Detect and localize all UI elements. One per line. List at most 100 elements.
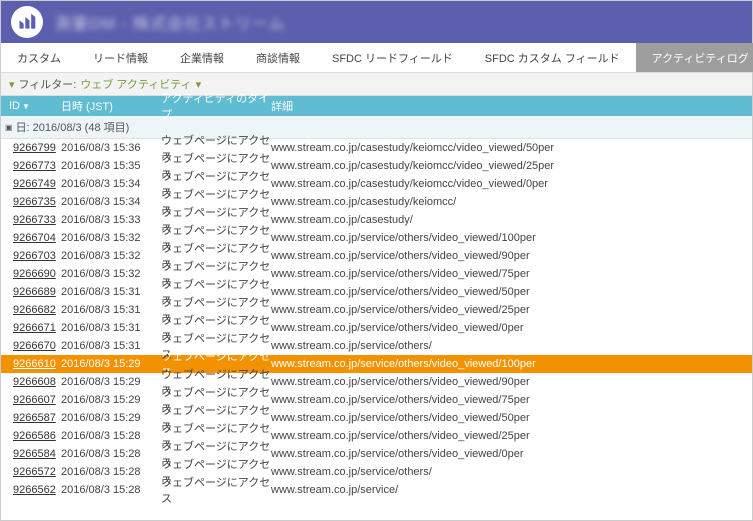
activity-date: 2016/08/3 15:31 xyxy=(61,286,161,298)
activity-date: 2016/08/3 15:28 xyxy=(61,448,161,460)
activity-detail: www.stream.co.jp/service/ xyxy=(271,484,752,496)
tab-4[interactable]: SFDC リードフィールド xyxy=(316,43,469,72)
tab-bar: カスタムリード情報企業情報商談情報SFDC リードフィールドSFDC カスタム … xyxy=(1,43,752,73)
table-row[interactable]: 92667032016/08/3 15:32ウェブページにアクセスwww.str… xyxy=(1,247,752,265)
table-row[interactable]: 92665862016/08/3 15:28ウェブページにアクセスwww.str… xyxy=(1,427,752,445)
activity-id-link[interactable]: 9266608 xyxy=(1,376,61,388)
activity-detail: www.stream.co.jp/service/others/video_vi… xyxy=(271,448,752,460)
activity-date: 2016/08/3 15:31 xyxy=(61,304,161,316)
table-row[interactable]: 92667492016/08/3 15:34ウェブページにアクセスwww.str… xyxy=(1,175,752,193)
activity-id-link[interactable]: 9266703 xyxy=(1,250,61,262)
table-row[interactable]: 92667732016/08/3 15:35ウェブページにアクセスwww.str… xyxy=(1,157,752,175)
activity-date: 2016/08/3 15:32 xyxy=(61,232,161,244)
activity-type: ウェブページにアクセス xyxy=(161,474,271,506)
activity-id-link[interactable]: 9266572 xyxy=(1,466,61,478)
activity-detail: www.stream.co.jp/service/others/video_vi… xyxy=(271,358,752,370)
activity-id-link[interactable]: 9266749 xyxy=(1,178,61,190)
table-row[interactable]: 92666702016/08/3 15:31ウェブページにアクセスwww.str… xyxy=(1,337,752,355)
sort-desc-icon: ▼ xyxy=(22,102,30,111)
activity-date: 2016/08/3 15:29 xyxy=(61,358,161,370)
activity-detail: www.stream.co.jp/casestudy/keiomcc/ xyxy=(271,196,752,208)
activity-id-link[interactable]: 9266562 xyxy=(1,484,61,496)
column-header-date[interactable]: 日時 (JST) xyxy=(61,98,161,114)
activity-id-link[interactable]: 9266610 xyxy=(1,358,61,370)
activity-detail: www.stream.co.jp/casestudy/keiomcc/video… xyxy=(271,142,752,154)
activity-detail: www.stream.co.jp/casestudy/ xyxy=(271,214,752,226)
activity-detail: www.stream.co.jp/service/others/video_vi… xyxy=(271,250,752,262)
table-row[interactable]: 92667042016/08/3 15:32ウェブページにアクセスwww.str… xyxy=(1,229,752,247)
activity-date: 2016/08/3 15:34 xyxy=(61,196,161,208)
activity-detail: www.stream.co.jp/service/others/ xyxy=(271,340,752,352)
column-header-type[interactable]: アクティビティのタイプ xyxy=(161,90,271,122)
activity-date: 2016/08/3 15:33 xyxy=(61,214,161,226)
activity-detail: www.stream.co.jp/service/others/video_vi… xyxy=(271,286,752,298)
column-header-row: ID ▼ 日時 (JST) アクティビティのタイプ 詳細 xyxy=(1,96,752,116)
tab-2[interactable]: 企業情報 xyxy=(164,43,240,72)
activity-id-link[interactable]: 9266733 xyxy=(1,214,61,226)
table-row[interactable]: 92667332016/08/3 15:33ウェブページにアクセスwww.str… xyxy=(1,211,752,229)
table-row[interactable]: 92665622016/08/3 15:28ウェブページにアクセスwww.str… xyxy=(1,481,752,499)
activity-detail: www.stream.co.jp/casestudy/keiomcc/video… xyxy=(271,160,752,172)
column-header-id[interactable]: ID ▼ xyxy=(1,100,61,112)
filter-dropdown-icon[interactable]: ▾ xyxy=(196,78,202,91)
activity-detail: www.stream.co.jp/service/others/video_vi… xyxy=(271,430,752,442)
table-row[interactable]: 92666072016/08/3 15:29ウェブページにアクセスwww.str… xyxy=(1,391,752,409)
activity-date: 2016/08/3 15:31 xyxy=(61,340,161,352)
activity-date: 2016/08/3 15:29 xyxy=(61,376,161,388)
activity-id-link[interactable]: 9266690 xyxy=(1,268,61,280)
activity-detail: www.stream.co.jp/casestudy/keiomcc/video… xyxy=(271,178,752,190)
marketo-logo xyxy=(11,6,43,38)
activity-date: 2016/08/3 15:32 xyxy=(61,250,161,262)
table-row[interactable]: 92666712016/08/3 15:31ウェブページにアクセスwww.str… xyxy=(1,319,752,337)
activity-detail: www.stream.co.jp/service/others/ xyxy=(271,466,752,478)
activity-id-link[interactable]: 9266671 xyxy=(1,322,61,334)
table-row[interactable]: 92667352016/08/3 15:34ウェブページにアクセスwww.str… xyxy=(1,193,752,211)
tab-0[interactable]: カスタム xyxy=(1,43,77,72)
table-row[interactable]: 92667992016/08/3 15:36ウェブページにアクセスwww.str… xyxy=(1,139,752,157)
activity-detail: www.stream.co.jp/service/others/video_vi… xyxy=(271,268,752,280)
filter-icon: ▾ xyxy=(9,78,15,91)
activity-id-link[interactable]: 9266704 xyxy=(1,232,61,244)
activity-rows: 92667992016/08/3 15:36ウェブページにアクセスwww.str… xyxy=(1,139,752,499)
group-collapse-icon[interactable]: ▣ xyxy=(5,123,13,132)
table-row[interactable]: 92665722016/08/3 15:28ウェブページにアクセスwww.str… xyxy=(1,463,752,481)
tab-5[interactable]: SFDC カスタム フィールド xyxy=(469,43,636,72)
table-row[interactable]: 92666902016/08/3 15:32ウェブページにアクセスwww.str… xyxy=(1,265,752,283)
tab-3[interactable]: 商談情報 xyxy=(240,43,316,72)
group-label: 日: 2016/08/3 (48 項目) xyxy=(16,119,130,135)
table-row[interactable]: 92666102016/08/3 15:29ウェブページにアクセスwww.str… xyxy=(1,355,752,373)
table-row[interactable]: 92666082016/08/3 15:29ウェブページにアクセスwww.str… xyxy=(1,373,752,391)
activity-id-link[interactable]: 9266670 xyxy=(1,340,61,352)
table-row[interactable]: 92666892016/08/3 15:31ウェブページにアクセスwww.str… xyxy=(1,283,752,301)
activity-id-link[interactable]: 9266607 xyxy=(1,394,61,406)
activity-detail: www.stream.co.jp/service/others/video_vi… xyxy=(271,394,752,406)
activity-date: 2016/08/3 15:28 xyxy=(61,430,161,442)
activity-date: 2016/08/3 15:29 xyxy=(61,394,161,406)
activity-date: 2016/08/3 15:36 xyxy=(61,142,161,154)
column-header-detail[interactable]: 詳細 xyxy=(271,98,752,114)
marketo-logo-icon xyxy=(17,12,37,32)
activity-date: 2016/08/3 15:31 xyxy=(61,322,161,334)
tab-1[interactable]: リード情報 xyxy=(77,43,164,72)
activity-date: 2016/08/3 15:35 xyxy=(61,160,161,172)
activity-id-link[interactable]: 9266689 xyxy=(1,286,61,298)
activity-id-link[interactable]: 9266773 xyxy=(1,160,61,172)
activity-id-link[interactable]: 9266587 xyxy=(1,412,61,424)
activity-date: 2016/08/3 15:32 xyxy=(61,268,161,280)
group-row[interactable]: ▣ 日: 2016/08/3 (48 項目) xyxy=(1,116,752,139)
activity-id-link[interactable]: 9266682 xyxy=(1,304,61,316)
table-row[interactable]: 92665842016/08/3 15:28ウェブページにアクセスwww.str… xyxy=(1,445,752,463)
activity-detail: www.stream.co.jp/service/others/video_vi… xyxy=(271,376,752,388)
table-row[interactable]: 92666822016/08/3 15:31ウェブページにアクセスwww.str… xyxy=(1,301,752,319)
activity-date: 2016/08/3 15:28 xyxy=(61,466,161,478)
activity-detail: www.stream.co.jp/service/others/video_vi… xyxy=(271,322,752,334)
table-row[interactable]: 92665872016/08/3 15:29ウェブページにアクセスwww.str… xyxy=(1,409,752,427)
activity-id-link[interactable]: 9266584 xyxy=(1,448,61,460)
activity-id-link[interactable]: 9266735 xyxy=(1,196,61,208)
page-title: 測量DM - 株式会社ストリーム xyxy=(55,10,286,34)
activity-id-link[interactable]: 9266586 xyxy=(1,430,61,442)
app-header: 測量DM - 株式会社ストリーム xyxy=(1,1,752,43)
filter-bar: ▾ フィルター: ウェブ アクティビティ ▾ xyxy=(1,73,752,96)
tab-6[interactable]: アクティビティログ xyxy=(636,43,753,72)
activity-id-link[interactable]: 9266799 xyxy=(1,142,61,154)
